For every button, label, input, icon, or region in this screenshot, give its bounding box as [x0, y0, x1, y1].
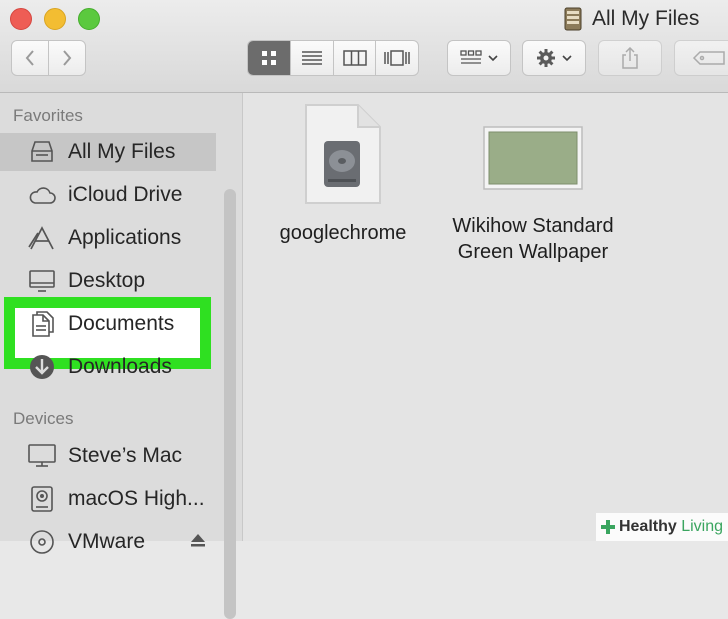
- back-button[interactable]: [11, 40, 49, 76]
- chevron-down-icon: [488, 55, 498, 62]
- arrange-button[interactable]: [447, 40, 511, 76]
- devices-section-header: Devices: [13, 409, 74, 428]
- sidebar-item-macos-high[interactable]: macOS High...: [0, 480, 216, 518]
- sidebar-item-steves-mac[interactable]: Steve’s Mac: [0, 437, 216, 475]
- downloads-icon: [27, 352, 57, 382]
- list-icon: [302, 51, 323, 65]
- sidebar-item-applications[interactable]: Applications: [0, 219, 216, 257]
- watermark-text: Healthy Living: [619, 518, 723, 536]
- file-item-wikihow-wallpaper[interactable]: Wikihow Standard Green Wallpaper: [428, 103, 638, 265]
- gear-icon: [537, 49, 555, 67]
- sidebar-item-label: Documents: [68, 312, 175, 335]
- chevron-left-icon: [25, 50, 34, 66]
- arrange-icon: [460, 50, 482, 64]
- desktop-icon: [27, 266, 57, 296]
- zoom-window-button[interactable]: [78, 8, 100, 30]
- sidebar-item-label: macOS High...: [68, 487, 205, 510]
- sidebar-item-desktop[interactable]: Desktop: [0, 262, 216, 300]
- tags-button[interactable]: [674, 40, 728, 76]
- computer-icon: [27, 441, 57, 471]
- sidebar-item-icloud-drive[interactable]: iCloud Drive: [0, 176, 216, 214]
- sidebar: Favorites All My Files iCloud Drive Appl…: [0, 93, 243, 619]
- sidebar-item-label: Desktop: [68, 269, 146, 292]
- cover-flow-view-button[interactable]: [375, 41, 418, 75]
- close-window-button[interactable]: [10, 8, 32, 30]
- file-name-line-1: Wikihow Standard: [452, 215, 614, 237]
- favorites-section-header: Favorites: [13, 106, 83, 125]
- sidebar-item-vmware[interactable]: VMware: [0, 523, 216, 561]
- file-browser-content: googlechrome Wikihow Standard Green Wall…: [243, 93, 728, 541]
- window-title: All My Files: [562, 6, 699, 32]
- all-my-files-icon: [27, 137, 57, 167]
- sidebar-item-label: VMware: [68, 530, 146, 553]
- image-thumbnail-icon: [428, 103, 638, 213]
- column-view-button[interactable]: [332, 41, 376, 75]
- share-button[interactable]: [598, 40, 662, 76]
- disk-image-icon: [305, 104, 381, 204]
- sidebar-item-label: iCloud Drive: [68, 183, 183, 206]
- sidebar-item-label: Applications: [68, 226, 182, 249]
- tag-icon: [692, 51, 725, 65]
- chevron-down-icon: [562, 55, 572, 62]
- forward-button[interactable]: [48, 40, 86, 76]
- icon-view-button[interactable]: [248, 41, 291, 75]
- sidebar-item-label: Steve’s Mac: [68, 444, 182, 467]
- applications-icon: [27, 223, 57, 253]
- grid-icon: [262, 51, 277, 65]
- watermark-part-2: Living: [681, 518, 724, 535]
- sidebar-item-documents[interactable]: Documents: [0, 305, 216, 343]
- minimize-window-button[interactable]: [44, 8, 66, 30]
- view-mode-selector: [247, 40, 419, 76]
- watermark: Healthy Living: [596, 513, 728, 541]
- sidebar-scrollbar[interactable]: [224, 189, 236, 619]
- window-toolbar: All My Files: [0, 0, 728, 93]
- list-view-button[interactable]: [290, 41, 333, 75]
- eject-icon[interactable]: [190, 533, 206, 547]
- columns-icon: [342, 50, 367, 66]
- disk-icon: [27, 527, 57, 557]
- watermark-part-1: Healthy: [618, 518, 677, 535]
- hard-disk-icon: [27, 484, 57, 514]
- cover-flow-icon: [384, 50, 410, 66]
- sidebar-item-downloads[interactable]: Downloads: [0, 348, 216, 386]
- share-icon: [622, 47, 638, 69]
- sidebar-item-label: Downloads: [68, 355, 172, 378]
- sidebar-item-label: All My Files: [68, 140, 176, 163]
- all-my-files-icon: [564, 7, 582, 31]
- chevron-right-icon: [63, 50, 72, 66]
- plus-cross-icon: [600, 520, 615, 534]
- documents-icon: [27, 309, 57, 339]
- window-title-label: All My Files: [592, 7, 700, 30]
- sidebar-item-all-my-files[interactable]: All My Files: [0, 133, 216, 171]
- file-name: googlechrome: [279, 222, 407, 244]
- action-button[interactable]: [522, 40, 586, 76]
- file-name-line-2: Green Wallpaper: [457, 241, 609, 263]
- cloud-icon: [27, 180, 57, 210]
- file-item-googlechrome[interactable]: googlechrome: [263, 103, 423, 246]
